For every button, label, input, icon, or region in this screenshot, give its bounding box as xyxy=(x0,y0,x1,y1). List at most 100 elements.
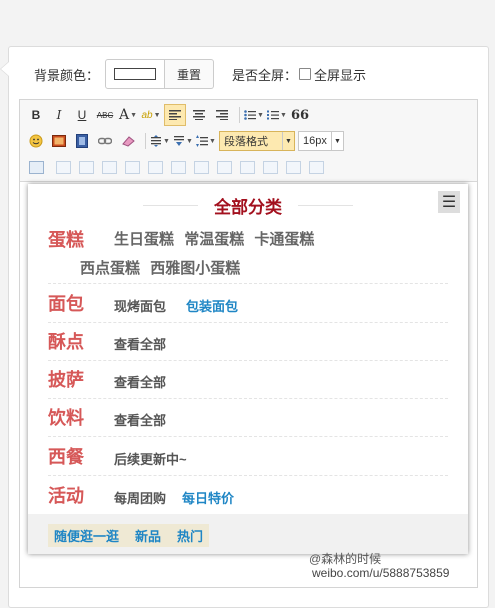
paragraph-format-value: 段落格式 xyxy=(224,136,268,148)
footer-link-browse[interactable]: 随便逛一逛 xyxy=(54,526,119,545)
background-settings-bar: 背景颜色： 重置 是否全屏： 全屏显示 xyxy=(34,59,366,89)
link-western-pastry-cake[interactable]: 西点蛋糕 xyxy=(80,260,140,277)
highlight-button[interactable]: ab ▼ xyxy=(141,105,161,125)
delete-column-button[interactable] xyxy=(168,157,188,177)
split-cells-icon xyxy=(262,160,278,174)
font-size-select[interactable]: 16px ▼ xyxy=(298,131,344,151)
chevron-down-icon: ▼ xyxy=(282,132,294,150)
menu-button[interactable]: ☰ xyxy=(438,191,460,213)
table-icon xyxy=(28,160,44,174)
align-center-button[interactable] xyxy=(189,105,209,125)
link-ambient-cake[interactable]: 常温蛋糕 xyxy=(184,231,244,248)
link-icon xyxy=(98,137,112,145)
split-rows-icon xyxy=(285,160,301,174)
highlight-icon: ab xyxy=(141,109,153,121)
reset-button[interactable]: 重置 xyxy=(165,59,215,89)
merge-right-button[interactable] xyxy=(214,157,234,177)
paragraph-format-select[interactable]: 段落格式 ▼ xyxy=(219,131,295,151)
split-columns-button[interactable] xyxy=(306,157,326,177)
link-view-all[interactable]: 查看全部 xyxy=(114,410,166,429)
link-fresh-bread[interactable]: 现烤面包 xyxy=(114,296,166,315)
italic-button[interactable]: I xyxy=(49,105,69,125)
align-right-button[interactable] xyxy=(212,105,232,125)
align-center-icon xyxy=(193,110,205,120)
category-name[interactable]: 蛋糕 xyxy=(48,226,84,252)
eraser-button[interactable] xyxy=(118,131,138,151)
link-button[interactable] xyxy=(95,131,115,151)
align-left-button[interactable] xyxy=(164,104,186,126)
fullscreen-option-label[interactable]: 全屏显示 xyxy=(314,65,366,84)
blockquote-button[interactable]: 66 xyxy=(290,105,310,125)
link-view-all[interactable]: 查看全部 xyxy=(114,372,166,391)
split-cells-button[interactable] xyxy=(260,157,280,177)
category-row-events: 活动 每周团购 每日特价 xyxy=(48,482,448,512)
eraser-icon xyxy=(122,136,135,147)
delete-row-button[interactable] xyxy=(122,157,142,177)
insert-column-button[interactable] xyxy=(145,157,165,177)
delete-table-button[interactable] xyxy=(53,157,73,177)
line-height-button[interactable]: ▼ xyxy=(150,131,170,151)
footer-link-new[interactable]: 新品 xyxy=(135,526,161,545)
category-name[interactable]: 酥点 xyxy=(48,328,84,354)
link-weekly-group-buy[interactable]: 每周团购 xyxy=(114,488,166,507)
merge-down-button[interactable] xyxy=(237,157,257,177)
category-name[interactable]: 活动 xyxy=(48,482,84,508)
insert-paragraph-before-table-button[interactable] xyxy=(76,157,96,177)
category-name[interactable]: 面包 xyxy=(48,290,84,316)
delete-column-icon xyxy=(170,160,186,174)
footer-nav: 随便逛一逛 新品 热门 xyxy=(28,514,468,554)
toolbar-row-3 xyxy=(26,155,329,179)
underline-button[interactable]: U xyxy=(72,105,92,125)
link-seattle-mini-cake[interactable]: 西雅图小蛋糕 xyxy=(150,260,240,277)
row-spacing-button[interactable]: ▼ xyxy=(196,131,216,151)
toolbar-row-1: B I U ABC A ▼ ab ▼ ▼ ▼ 66 xyxy=(26,103,313,127)
category-name[interactable]: 披萨 xyxy=(48,366,84,392)
image-button[interactable] xyxy=(49,131,69,151)
video-icon xyxy=(76,134,88,148)
numbered-list-button[interactable]: ▼ xyxy=(267,105,287,125)
insert-row-button[interactable] xyxy=(99,157,119,177)
merge-right-icon xyxy=(216,160,232,174)
table-paragraph-icon xyxy=(78,160,94,174)
chevron-down-icon: ▼ xyxy=(331,132,343,150)
link-daily-special[interactable]: 每日特价 xyxy=(182,488,234,507)
link-birthday-cake[interactable]: 生日蛋糕 xyxy=(114,231,174,248)
footer-link-hot[interactable]: 热门 xyxy=(177,526,203,545)
category-name[interactable]: 饮料 xyxy=(48,404,84,430)
insert-column-icon xyxy=(147,160,163,174)
merge-cells-button[interactable] xyxy=(191,157,211,177)
page-title: 全部分类 xyxy=(214,198,282,218)
link-view-all[interactable]: 查看全部 xyxy=(114,334,166,353)
category-row-bread: 面包 现烤面包 包装面包 xyxy=(48,290,448,328)
split-rows-button[interactable] xyxy=(283,157,303,177)
category-name[interactable]: 西餐 xyxy=(48,443,84,469)
toolbar-row-2: ▼ ▼ ▼ 段落格式 ▼ 16px ▼ xyxy=(26,129,344,153)
font-color-button[interactable]: A ▼ xyxy=(118,105,138,125)
insert-table-button[interactable] xyxy=(26,157,46,177)
link-cartoon-cake[interactable]: 卡通蛋糕 xyxy=(254,231,314,248)
color-swatch xyxy=(114,68,157,80)
merge-cells-icon xyxy=(193,160,209,174)
bold-button[interactable]: B xyxy=(26,105,46,125)
line-height-icon xyxy=(151,135,162,147)
category-preview: 全部分类 ☰ 蛋糕 生日蛋糕 常温蛋糕 卡通蛋糕 西点蛋糕 西雅图小蛋糕 面包 … xyxy=(28,184,468,554)
category-row-drinks: 饮料 查看全部 xyxy=(48,404,448,442)
emoji-icon xyxy=(29,134,43,148)
bullet-list-button[interactable]: ▼ xyxy=(244,105,264,125)
hamburger-icon: ☰ xyxy=(441,194,457,211)
image-icon xyxy=(52,135,66,147)
fullscreen-checkbox[interactable] xyxy=(299,68,312,80)
delete-row-icon xyxy=(124,160,140,174)
row-spacing-icon xyxy=(196,135,209,147)
align-left-icon xyxy=(169,110,181,120)
category-row-pastry: 酥点 查看全部 xyxy=(48,328,448,366)
color-picker[interactable] xyxy=(105,59,166,89)
emoji-button[interactable] xyxy=(26,131,46,151)
bullet-list-icon xyxy=(244,110,257,120)
link-packaged-bread[interactable]: 包装面包 xyxy=(186,296,238,315)
paragraph-spacing-button[interactable]: ▼ xyxy=(173,131,193,151)
paragraph-spacing-icon xyxy=(174,136,185,146)
video-button[interactable] xyxy=(72,131,92,151)
font-color-icon: A xyxy=(118,107,130,123)
strikethrough-button[interactable]: ABC xyxy=(95,105,115,125)
